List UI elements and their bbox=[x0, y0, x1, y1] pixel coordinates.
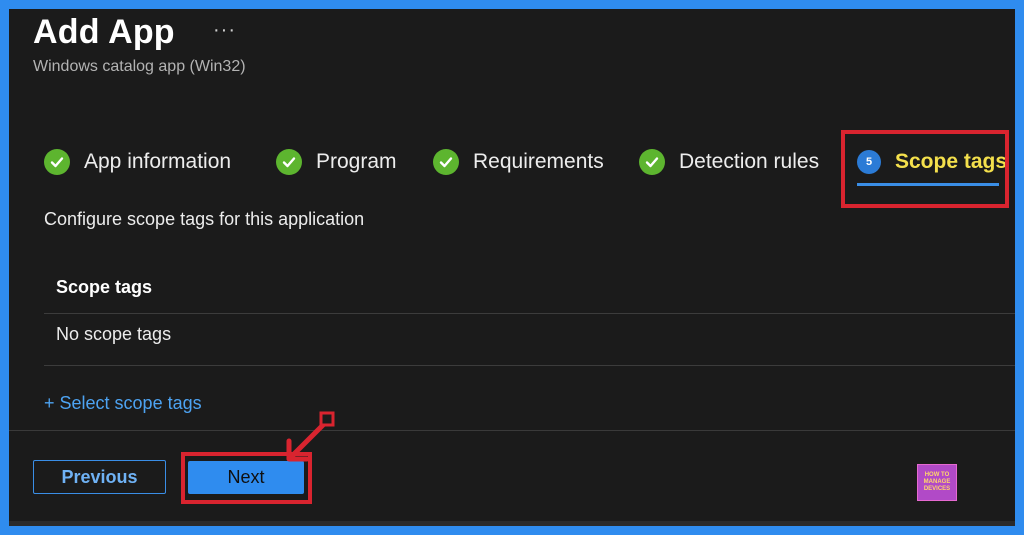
select-scope-tags-link[interactable]: + Select scope tags bbox=[44, 393, 202, 414]
more-options-icon[interactable]: ··· bbox=[213, 19, 236, 42]
add-app-page: Add App ··· Windows catalog app (Win32) … bbox=[9, 9, 1015, 526]
step-requirements[interactable]: Requirements bbox=[433, 147, 604, 177]
step-label: App information bbox=[84, 150, 232, 173]
annotation-arrow-icon bbox=[286, 411, 335, 462]
checkmark-icon bbox=[276, 149, 302, 175]
brand-logo: HOW TO MANAGE DEVICES bbox=[917, 464, 957, 501]
bottom-bar bbox=[9, 521, 1015, 526]
page-subtitle: Windows catalog app (Win32) bbox=[33, 58, 246, 75]
page-title: Add App bbox=[33, 13, 175, 51]
step-detection-rules[interactable]: Detection rules bbox=[639, 147, 819, 177]
step-label: Program bbox=[316, 150, 397, 173]
step-program[interactable]: Program bbox=[276, 147, 397, 177]
checkmark-icon bbox=[639, 149, 665, 175]
step-label: Detection rules bbox=[679, 150, 820, 173]
annotation-highlight-box bbox=[841, 130, 1009, 208]
checkmark-icon bbox=[44, 149, 70, 175]
divider bbox=[44, 365, 1015, 366]
logo-text: DEVICES bbox=[923, 486, 951, 492]
logo-text: MANAGE bbox=[923, 479, 951, 485]
step-label: Requirements bbox=[473, 150, 604, 173]
table-column-header: Scope tags bbox=[56, 277, 153, 297]
footer-divider bbox=[9, 430, 1015, 431]
step-app-information[interactable]: App information bbox=[44, 147, 231, 177]
logo-text: HOW TO bbox=[924, 472, 950, 478]
table-row: No scope tags bbox=[56, 324, 172, 344]
section-description: Configure scope tags for this applicatio… bbox=[44, 209, 365, 229]
checkmark-icon bbox=[433, 149, 459, 175]
previous-button[interactable]: Previous bbox=[33, 460, 166, 494]
divider bbox=[44, 313, 1015, 314]
